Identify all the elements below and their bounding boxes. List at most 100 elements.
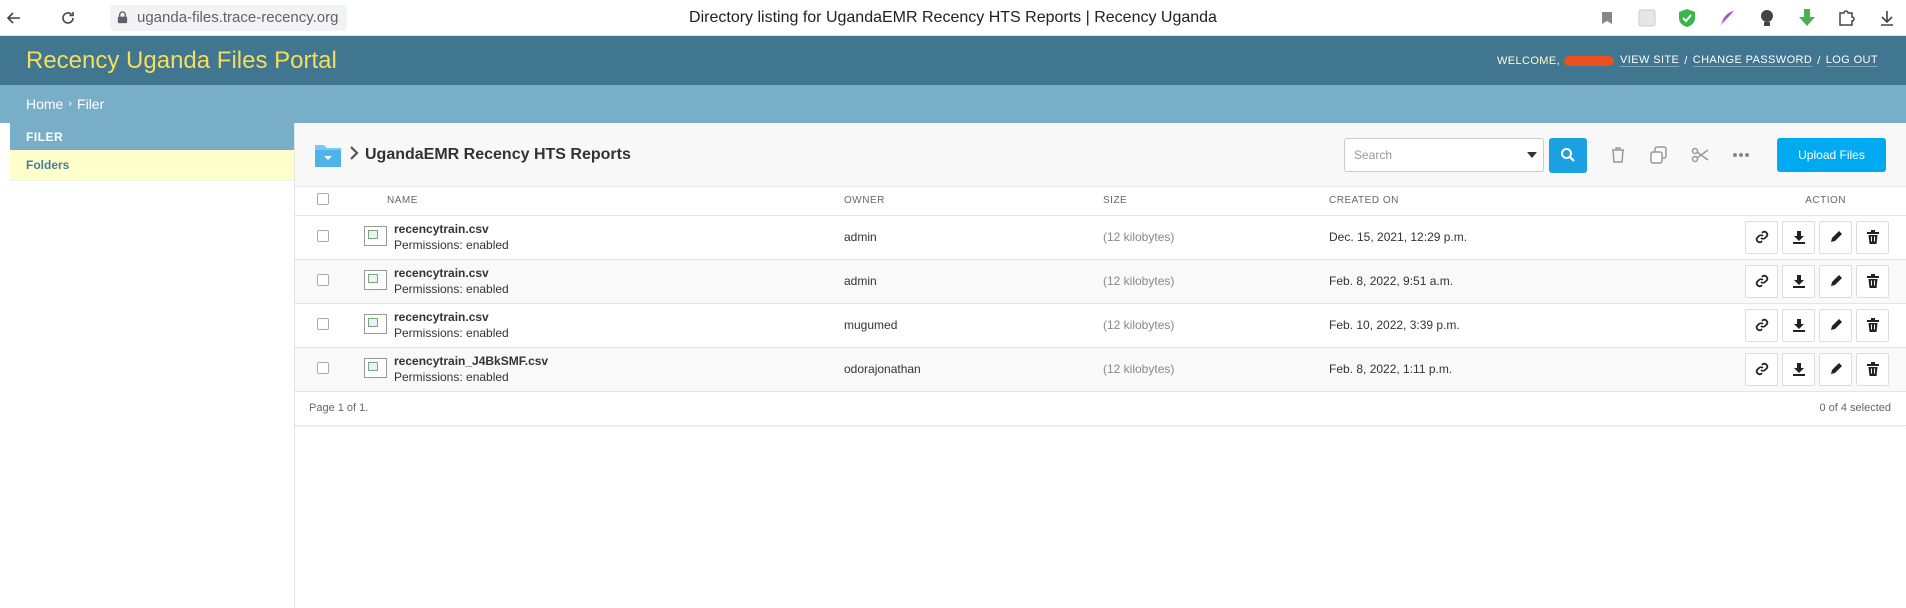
search-placeholder: Search	[1354, 148, 1393, 162]
download-icon[interactable]	[1782, 308, 1815, 342]
edit-pencil-icon[interactable]	[1819, 264, 1852, 298]
url-text: uganda-files.trace-recency.org	[137, 9, 339, 26]
breadcrumb-home[interactable]: Home	[26, 96, 63, 112]
shield-check-icon[interactable]	[1676, 7, 1698, 29]
download-icon[interactable]	[1782, 264, 1815, 298]
link-icon[interactable]	[1745, 308, 1778, 342]
chevron-right-icon	[349, 144, 359, 165]
column-header-action: ACTION	[1706, 187, 1906, 216]
site-brand[interactable]: Recency Uganda Files Portal	[26, 47, 337, 75]
table-row[interactable]: recencytrain.csv Permissions: enabled ad…	[295, 259, 1906, 303]
file-name-link[interactable]: recencytrain.csv	[394, 266, 844, 280]
column-header-created[interactable]: CREATED ON	[1329, 187, 1706, 216]
file-thumbnail-icon[interactable]	[364, 269, 387, 290]
filer-toolbar: UgandaEMR Recency HTS Reports Search Upl…	[295, 123, 1906, 187]
size-cell: (12 kilobytes)	[1103, 318, 1175, 332]
size-cell: (12 kilobytes)	[1103, 274, 1175, 288]
sidebar-caption[interactable]: FILER	[10, 123, 294, 150]
column-header-name[interactable]: NAME	[387, 187, 844, 216]
table-footer: Page 1 of 1. 0 of 4 selected	[295, 392, 1906, 426]
separator: /	[1684, 54, 1688, 67]
folder-title: UgandaEMR Recency HTS Reports	[365, 145, 631, 163]
breadcrumb: Home › Filer	[0, 85, 1906, 123]
bookmark-icon[interactable]	[1596, 7, 1618, 29]
extension-icon[interactable]	[1636, 7, 1658, 29]
file-thumbnail-icon[interactable]	[364, 357, 387, 378]
sidebar-item-label[interactable]: Folders	[26, 158, 69, 172]
trash-icon[interactable]	[1856, 308, 1889, 342]
log-out-link[interactable]: LOG OUT	[1825, 54, 1878, 67]
table-row[interactable]: recencytrain.csv Permissions: enabled ad…	[295, 215, 1906, 259]
row-checkbox[interactable]	[317, 317, 329, 330]
separator: /	[1817, 54, 1821, 67]
table-row[interactable]: recencytrain_J4BkSMF.csv Permissions: en…	[295, 347, 1906, 391]
column-header-size[interactable]: SIZE	[1103, 187, 1329, 216]
lightbulb-icon[interactable]	[1756, 7, 1778, 29]
permissions-text: Permissions: enabled	[394, 370, 509, 384]
reload-icon[interactable]	[54, 4, 82, 32]
download-icon[interactable]	[1782, 352, 1815, 386]
row-checkbox[interactable]	[317, 361, 329, 374]
edit-pencil-icon[interactable]	[1819, 352, 1852, 386]
scissors-icon[interactable]	[1690, 145, 1710, 165]
redacted-username	[1564, 55, 1615, 66]
file-table: NAME OWNER SIZE CREATED ON ACTION recenc…	[295, 187, 1906, 392]
trash-icon[interactable]	[1856, 352, 1889, 386]
column-header-owner[interactable]: OWNER	[844, 187, 1103, 216]
view-site-link[interactable]: VIEW SITE	[1620, 54, 1680, 67]
download-arrow-icon[interactable]	[1796, 7, 1818, 29]
size-cell: (12 kilobytes)	[1103, 230, 1175, 244]
sidebar-item-folders[interactable]: Folders	[10, 150, 294, 181]
created-cell: Feb. 10, 2022, 3:39 p.m.	[1329, 318, 1460, 332]
filer-content: UgandaEMR Recency HTS Reports Search Upl…	[295, 123, 1906, 608]
file-name-link[interactable]: recencytrain.csv	[394, 310, 844, 324]
link-icon[interactable]	[1745, 264, 1778, 298]
welcome-text: WELCOME,	[1496, 54, 1561, 67]
owner-cell: odorajonathan	[844, 362, 921, 376]
size-cell: (12 kilobytes)	[1103, 362, 1175, 376]
copy-icon[interactable]	[1649, 145, 1669, 165]
search-button[interactable]	[1549, 137, 1587, 173]
pagination-text: Page 1 of 1.	[309, 402, 369, 414]
address-bar[interactable]: uganda-files.trace-recency.org	[110, 4, 347, 31]
puzzle-icon[interactable]	[1836, 7, 1858, 29]
file-thumbnail-icon[interactable]	[364, 313, 387, 334]
file-thumbnail-icon[interactable]	[364, 225, 387, 246]
breadcrumb-current: Filer	[77, 96, 105, 112]
selection-count: 0 of 4 selected	[1819, 402, 1891, 414]
search-icon	[1561, 148, 1575, 162]
trash-icon[interactable]	[1856, 220, 1889, 254]
permissions-text: Permissions: enabled	[394, 326, 509, 340]
link-icon[interactable]	[1745, 352, 1778, 386]
back-arrow-icon[interactable]	[0, 4, 28, 32]
created-cell: Feb. 8, 2022, 9:51 a.m.	[1329, 274, 1454, 288]
trash-icon[interactable]	[1856, 264, 1889, 298]
row-checkbox[interactable]	[317, 229, 329, 242]
user-tools: WELCOME, VIEW SITE / CHANGE PASSWORD / L…	[1497, 54, 1880, 67]
feather-icon[interactable]	[1716, 7, 1738, 29]
created-cell: Dec. 15, 2021, 12:29 p.m.	[1329, 230, 1468, 244]
search-input[interactable]: Search	[1344, 138, 1544, 172]
download-icon[interactable]	[1782, 220, 1815, 254]
table-row[interactable]: recencytrain.csv Permissions: enabled mu…	[295, 303, 1906, 347]
file-name-link[interactable]: recencytrain.csv	[394, 222, 844, 236]
downloads-icon[interactable]	[1876, 7, 1898, 29]
permissions-text: Permissions: enabled	[394, 282, 509, 296]
folder-dropdown-icon[interactable]	[314, 141, 342, 169]
row-checkbox[interactable]	[317, 273, 329, 286]
select-all-checkbox[interactable]	[317, 193, 329, 206]
owner-cell: mugumed	[844, 318, 898, 332]
owner-cell: admin	[844, 274, 877, 288]
change-password-link[interactable]: CHANGE PASSWORD	[1692, 54, 1813, 67]
link-icon[interactable]	[1745, 220, 1778, 254]
more-options-icon[interactable]	[1731, 145, 1751, 165]
delete-icon[interactable]	[1608, 145, 1628, 165]
upload-files-button[interactable]: Upload Files	[1777, 138, 1886, 172]
created-cell: Feb. 8, 2022, 1:11 p.m.	[1329, 362, 1453, 376]
file-name-link[interactable]: recencytrain_J4BkSMF.csv	[394, 354, 844, 368]
edit-pencil-icon[interactable]	[1819, 220, 1852, 254]
site-header: Recency Uganda Files Portal WELCOME, VIE…	[0, 36, 1906, 85]
edit-pencil-icon[interactable]	[1819, 308, 1852, 342]
chevron-down-icon[interactable]	[1527, 152, 1537, 158]
permissions-text: Permissions: enabled	[394, 238, 509, 252]
